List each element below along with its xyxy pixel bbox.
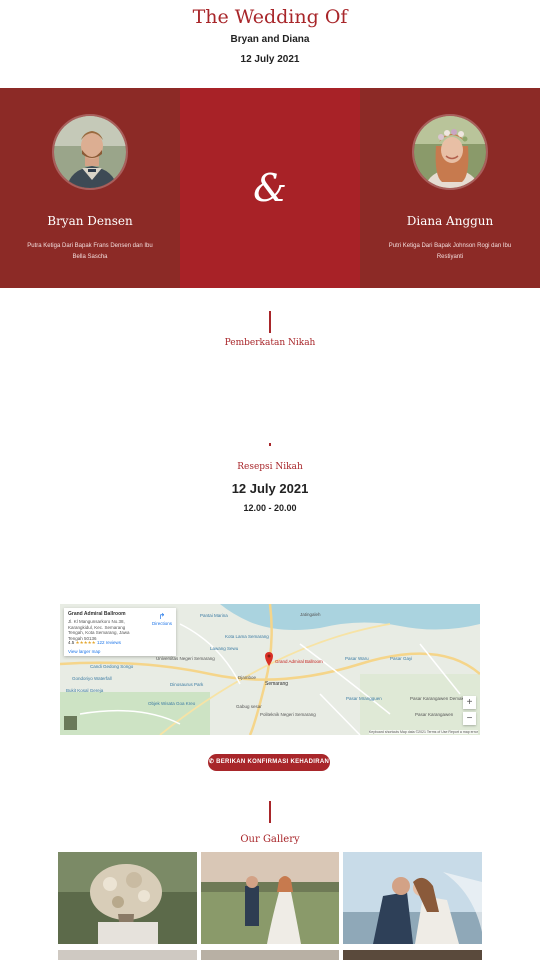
couple-section: Bryan Densen Putra Ketiga Dari Bapak Fra… xyxy=(0,88,540,288)
directions-button[interactable]: ↱ Directions xyxy=(150,612,174,627)
wedding-date: 12 July 2021 xyxy=(240,54,300,65)
reception-divider xyxy=(269,443,271,446)
reception-date: 12 July 2021 xyxy=(231,481,309,496)
view-larger-map-link[interactable]: View larger map xyxy=(68,649,100,654)
couple-names: Bryan and Diana xyxy=(230,34,310,45)
map-poi: Jatingaleh xyxy=(300,612,321,617)
directions-icon: ↱ xyxy=(158,612,166,621)
zoom-in-button[interactable]: + xyxy=(463,696,476,709)
map-poi: Pasar Karangawen Demak xyxy=(410,696,464,701)
gallery-photo[interactable] xyxy=(58,950,197,960)
map-poi: Candi Gedong Songo xyxy=(90,664,134,669)
ampersand: & xyxy=(253,166,287,210)
gallery-title: Our Gallery xyxy=(240,834,300,845)
gallery-photo[interactable] xyxy=(343,852,482,944)
rsvp-button[interactable]: ✆ BERIKAN KONFIRMASI KEHADIRAN xyxy=(208,754,330,771)
map-poi: Gabug sesar xyxy=(236,704,262,709)
map-poi: Dinosaurus Park xyxy=(170,682,204,687)
map-poi: Pasar Mrangguen xyxy=(346,696,382,701)
map-poi: Universitas Negeri Semarang xyxy=(156,656,215,661)
bride-panel: Diana Anggun Putri Ketiga Dari Bapak Joh… xyxy=(360,88,540,288)
map-poi: Gondoriyo Waterfall xyxy=(72,676,112,681)
whatsapp-icon: ✆ xyxy=(208,759,215,765)
gallery-photo[interactable] xyxy=(201,950,339,960)
map-rating-value: 4.5 xyxy=(68,640,75,645)
rsvp-label: BERIKAN KONFIRMASI KEHADIRAN xyxy=(216,759,330,765)
map-poi: Kota Lama Semarang xyxy=(225,634,269,639)
map-poi: Pasar Waru xyxy=(345,656,369,661)
map-footer: Keyboard shortcuts Map data ©2021 Terms … xyxy=(368,730,478,734)
map-pin-label: Grand Admiral Ballroom xyxy=(275,659,323,664)
groom-photo xyxy=(52,114,128,190)
bride-photo xyxy=(412,114,488,190)
map-poi: Politeknik Negeri Semarang xyxy=(260,712,316,717)
directions-label: Directions xyxy=(151,621,172,626)
gallery-photo[interactable] xyxy=(58,852,197,944)
groom-panel: Bryan Densen Putra Ketiga Dari Bapak Fra… xyxy=(0,88,180,288)
bride-name: Diana Anggun xyxy=(406,214,494,228)
gallery-photo[interactable] xyxy=(343,950,482,960)
reception-title: Resepsi Nikah xyxy=(237,462,303,472)
page-title: The Wedding Of xyxy=(192,6,348,28)
map-place-card: Grand Admiral Ballroom Jl. Kl Mangunsark… xyxy=(64,608,176,656)
groom-description: Putra Ketiga Dari Bapak Frans Densen dan… xyxy=(27,243,153,260)
ceremony-title: Pemberkatan Nikah xyxy=(224,338,316,348)
reception-time: 12.00 - 20.00 xyxy=(243,503,297,513)
map-poi: Lawang Sewu xyxy=(210,646,239,651)
ampersand-panel: & xyxy=(180,88,360,288)
star-rating-icon: ★★★★★ xyxy=(75,640,96,645)
zoom-out-button[interactable]: − xyxy=(463,712,476,725)
map-city-label: Semarang xyxy=(265,681,289,687)
ceremony-divider xyxy=(269,311,271,333)
map-rating: 4.5 ★★★★★ 122 reviews xyxy=(68,640,121,646)
groom-name: Bryan Densen xyxy=(47,214,133,228)
map-place-name: Grand Admiral Ballroom xyxy=(68,611,126,617)
map-poi: Djamboe xyxy=(238,675,257,680)
gallery-photo[interactable] xyxy=(201,852,339,944)
map-poi: Bukit Kosal Gereja xyxy=(66,688,104,693)
map-poi: Pasar Karangawen xyxy=(415,712,454,717)
map-poi: Objek Wisata Goa Kreo xyxy=(148,701,196,706)
location-map[interactable]: Grand Admiral Ballroom Semarang Pantai M… xyxy=(60,604,480,735)
map-poi: Pantai Marina xyxy=(200,613,228,618)
gallery-divider xyxy=(269,801,271,823)
bride-description: Putri Ketiga Dari Bapak Johnson Rogi dan… xyxy=(388,243,512,260)
map-poi: Pasar Gayi xyxy=(390,656,413,661)
map-place-address: Jl. Kl Mangunsarkoro No.38, Karangkidul,… xyxy=(68,619,130,641)
map-reviews-link[interactable]: 122 reviews xyxy=(97,640,121,645)
